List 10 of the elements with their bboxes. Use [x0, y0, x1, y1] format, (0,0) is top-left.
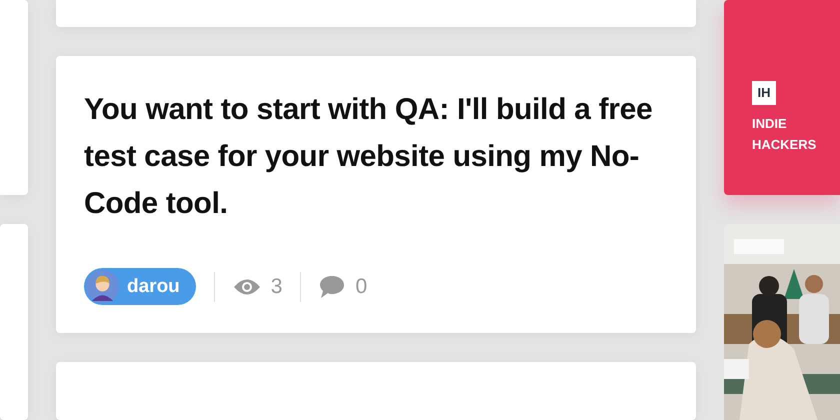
avatar-icon: [86, 270, 119, 303]
comment-count: 0: [355, 274, 368, 298]
comment-icon: [319, 274, 346, 298]
post-card[interactable]: You want to start with QA: I'll build a free test case for your website using my No-Code tool. darou 3 0: [56, 56, 696, 333]
eye-icon: [232, 278, 261, 296]
view-count: 3: [270, 274, 282, 298]
promo-card[interactable]: IH INDIE HACKERS: [724, 0, 840, 195]
post-title[interactable]: You want to start with QA: I'll build a free test case for your website using my No-Code tool.: [84, 86, 668, 227]
logo: IH: [752, 80, 776, 104]
promo-label: INDIE HACKERS: [752, 114, 818, 154]
